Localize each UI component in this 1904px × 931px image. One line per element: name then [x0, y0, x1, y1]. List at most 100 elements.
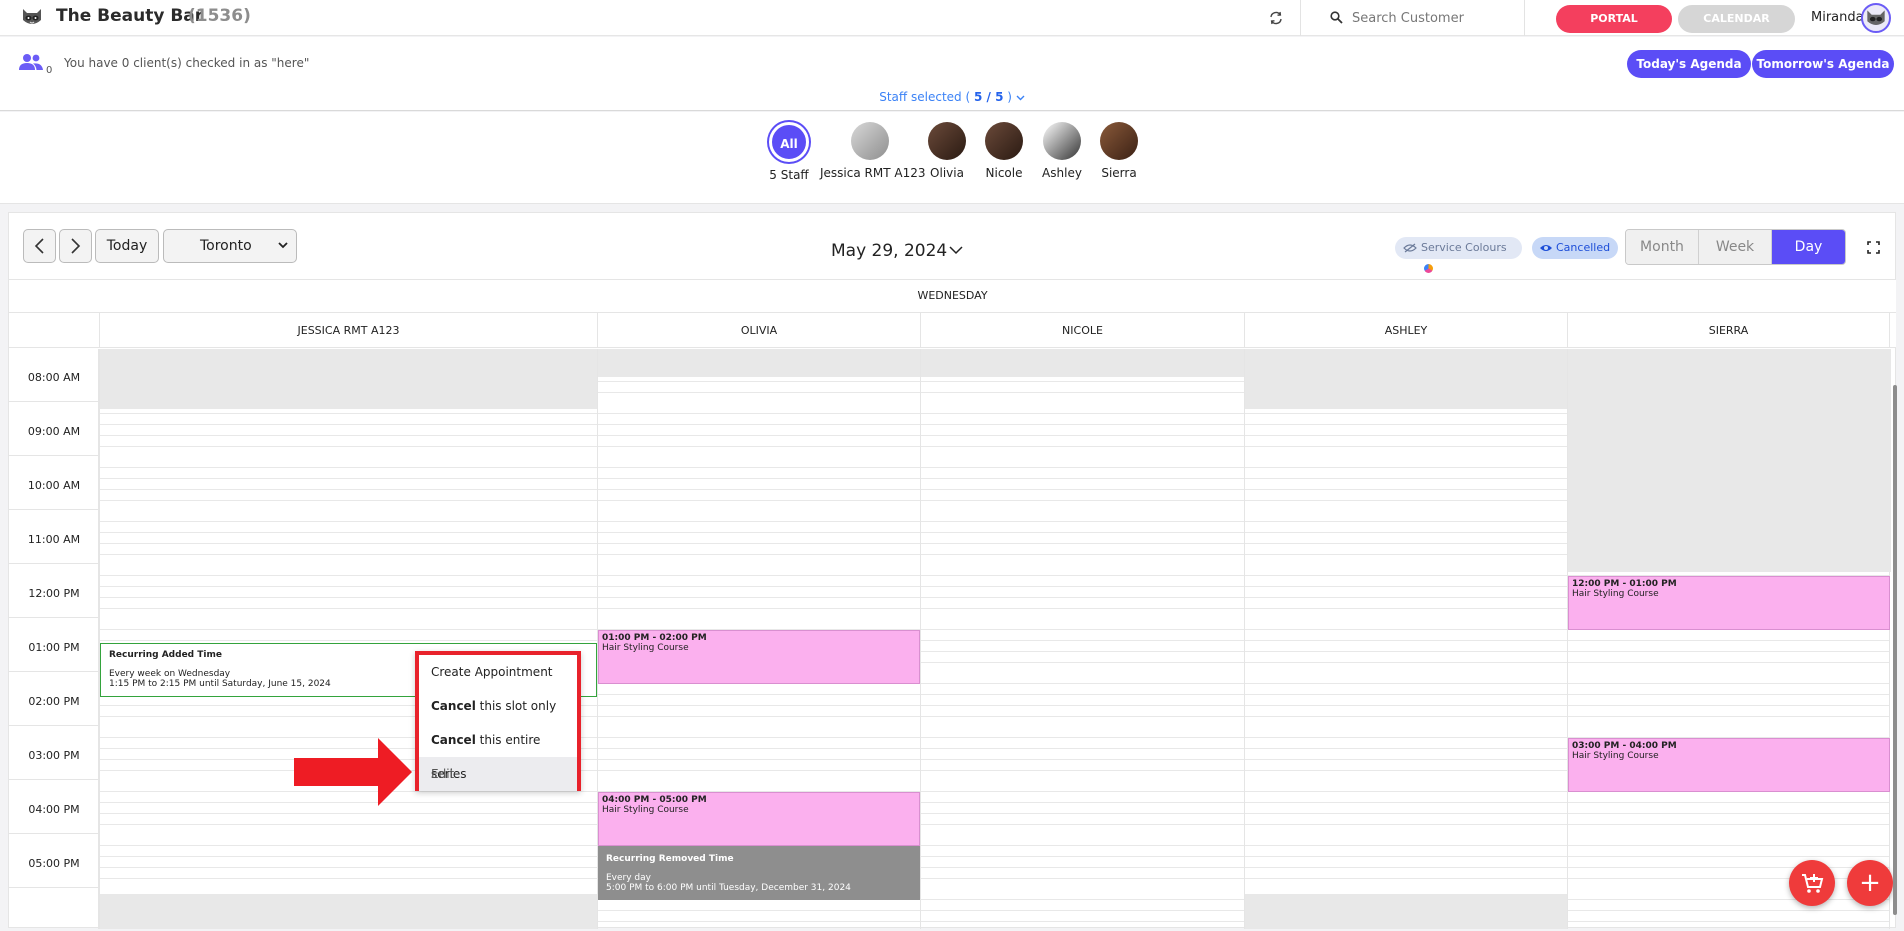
timezone-select[interactable]: Toronto	[163, 229, 297, 263]
recurring-removed-time-event[interactable]: Recurring Removed Time Every day 5:00 PM…	[598, 846, 920, 900]
event-title: Hair Styling Course	[602, 805, 689, 815]
time-column: 08:00 AM 09:00 AM 10:00 AM 11:00 AM 12:0…	[9, 349, 99, 929]
tomorrows-agenda-button[interactable]: Tomorrow's Agenda	[1752, 50, 1894, 78]
staff-avatar	[1043, 122, 1081, 160]
column-header-olivia: OLIVIA	[597, 313, 920, 348]
portal-button[interactable]: PORTAL	[1556, 5, 1672, 33]
next-day-button[interactable]	[59, 229, 92, 263]
chevron-down-icon[interactable]	[949, 246, 963, 255]
hour-divider	[9, 617, 99, 618]
red-arrow-icon	[294, 738, 412, 806]
appointment-olivia-1[interactable]: 01:00 PM - 02:00 PM Hair Styling Course	[598, 630, 920, 684]
search-customer-input[interactable]	[1352, 6, 1512, 30]
time-label: 08:00 AM	[27, 371, 81, 384]
menu-create-appointment[interactable]: Create Appointment	[419, 655, 577, 689]
checked-in-count: 0	[46, 65, 53, 76]
staff-filter-sierra[interactable]: Sierra	[1096, 122, 1142, 180]
view-day-button[interactable]: Day	[1772, 230, 1845, 264]
column-ashley[interactable]	[1244, 349, 1568, 929]
hour-divider	[9, 671, 99, 672]
staff-filter-ashley[interactable]: Ashley	[1038, 122, 1086, 180]
app-count: (1536)	[188, 6, 251, 26]
column-nicole[interactable]	[920, 349, 1245, 929]
search-icon	[1330, 11, 1343, 24]
menu-cancel-slot[interactable]: Cancel this slot only	[419, 689, 577, 723]
cancelled-toggle[interactable]: Cancelled	[1532, 237, 1618, 259]
staff-filter-all[interactable]: All 5 Staff	[764, 122, 814, 182]
event-recurrence: Every day	[606, 873, 651, 883]
menu-edit[interactable]: Edit	[419, 757, 577, 791]
hour-divider	[9, 509, 99, 510]
column-jessica[interactable]	[99, 349, 598, 929]
event-recurrence-range: 5:00 PM to 6:00 PM until Tuesday, Decemb…	[606, 883, 851, 893]
column-header-sierra: SIERRA	[1567, 313, 1890, 348]
appointment-sierra-1[interactable]: 12:00 PM - 01:00 PM Hair Styling Course	[1568, 576, 1890, 630]
staff-avatar	[1100, 122, 1138, 160]
user-avatar[interactable]	[1861, 3, 1891, 33]
staff-avatar-all: All	[769, 122, 809, 162]
staff-label: Ashley	[1042, 166, 1082, 180]
staff-filter-nicole[interactable]: Nicole	[981, 122, 1027, 180]
event-time: 12:00 PM - 01:00 PM	[1572, 579, 1677, 589]
event-time: 01:00 PM - 02:00 PM	[602, 633, 707, 643]
top-bar: The Beauty Bar (1536) PORTAL CALENDAR Mi…	[0, 0, 1904, 36]
time-label: 04:00 PM	[28, 803, 80, 816]
menu-cancel-series[interactable]: Cancel this entire series	[419, 723, 577, 781]
staff-avatar	[851, 122, 889, 160]
staff-selected-value: 5 / 5	[973, 90, 1004, 104]
time-label: 11:00 AM	[27, 533, 81, 546]
people-icon[interactable]	[18, 53, 44, 71]
hour-divider	[9, 779, 99, 780]
staff-filter-jessica[interactable]: Jessica RMT A123	[820, 122, 925, 180]
menu-cancel-word: Cancel	[431, 733, 476, 747]
calendar-scrollbar[interactable]	[1893, 385, 1897, 915]
current-date[interactable]: May 29, 2024	[831, 241, 947, 261]
time-label: 12:00 PM	[28, 587, 80, 600]
time-label: 09:00 AM	[27, 425, 81, 438]
service-colours-toggle[interactable]: Service Colours	[1395, 237, 1522, 273]
staff-filter-bar: All 5 Staff Jessica RMT A123 Olivia Nico…	[0, 112, 1904, 204]
time-grid: 08:00 AM 09:00 AM 10:00 AM 11:00 AM 12:0…	[9, 349, 1896, 929]
sync-icon[interactable]	[1268, 10, 1284, 26]
checkin-status-text: You have 0 client(s) checked in as "here…	[64, 56, 310, 70]
event-time: 03:00 PM - 04:00 PM	[1572, 741, 1677, 751]
hour-divider	[9, 401, 99, 402]
column-sierra[interactable]	[1567, 349, 1891, 929]
time-label: 03:00 PM	[28, 749, 80, 762]
add-button[interactable]: +	[1847, 860, 1893, 906]
checkin-bar: 0 You have 0 client(s) checked in as "he…	[0, 37, 1904, 111]
view-month-button[interactable]: Month	[1626, 230, 1699, 264]
app-title: The Beauty Bar	[56, 6, 204, 26]
todays-agenda-button[interactable]: Today's Agenda	[1627, 50, 1751, 78]
appointment-sierra-2[interactable]: 03:00 PM - 04:00 PM Hair Styling Course	[1568, 738, 1890, 792]
view-week-button[interactable]: Week	[1699, 230, 1772, 264]
appointment-olivia-2[interactable]: 04:00 PM - 05:00 PM Hair Styling Course	[598, 792, 920, 846]
column-header-jessica: JESSICA RMT A123	[99, 313, 597, 348]
eye-off-icon	[1403, 243, 1417, 253]
time-label: 10:00 AM	[27, 479, 81, 492]
cancelled-label: Cancelled	[1556, 241, 1611, 254]
menu-slot-only-text: this slot only	[475, 699, 557, 713]
column-header-nicole: NICOLE	[920, 313, 1244, 348]
staff-selected-toggle[interactable]: Staff selected ( 5 / 5 )	[0, 90, 1904, 104]
prev-day-button[interactable]	[23, 229, 56, 263]
calendar-button[interactable]: CALENDAR	[1678, 5, 1795, 33]
hour-divider	[9, 563, 99, 564]
staff-avatar	[985, 122, 1023, 160]
unavailable-block	[1568, 349, 1891, 572]
add-to-cart-button[interactable]	[1789, 860, 1835, 906]
unavailable-block	[100, 349, 598, 409]
eye-icon	[1540, 245, 1552, 251]
staff-label: Olivia	[930, 166, 964, 180]
fullscreen-icon[interactable]	[1867, 241, 1880, 254]
hour-divider	[9, 455, 99, 456]
event-title: Hair Styling Course	[602, 643, 689, 653]
today-button[interactable]: Today	[95, 229, 159, 263]
hour-divider	[9, 887, 99, 888]
unavailable-block	[598, 349, 921, 377]
staff-column-headers: JESSICA RMT A123 OLIVIA NICOLE ASHLEY SI…	[9, 313, 1896, 348]
event-time: 04:00 PM - 05:00 PM	[602, 795, 707, 805]
user-name[interactable]: Miranda	[1811, 10, 1864, 25]
event-context-menu: Create Appointment Cancel this slot only…	[415, 651, 581, 791]
staff-filter-olivia[interactable]: Olivia	[924, 122, 970, 180]
